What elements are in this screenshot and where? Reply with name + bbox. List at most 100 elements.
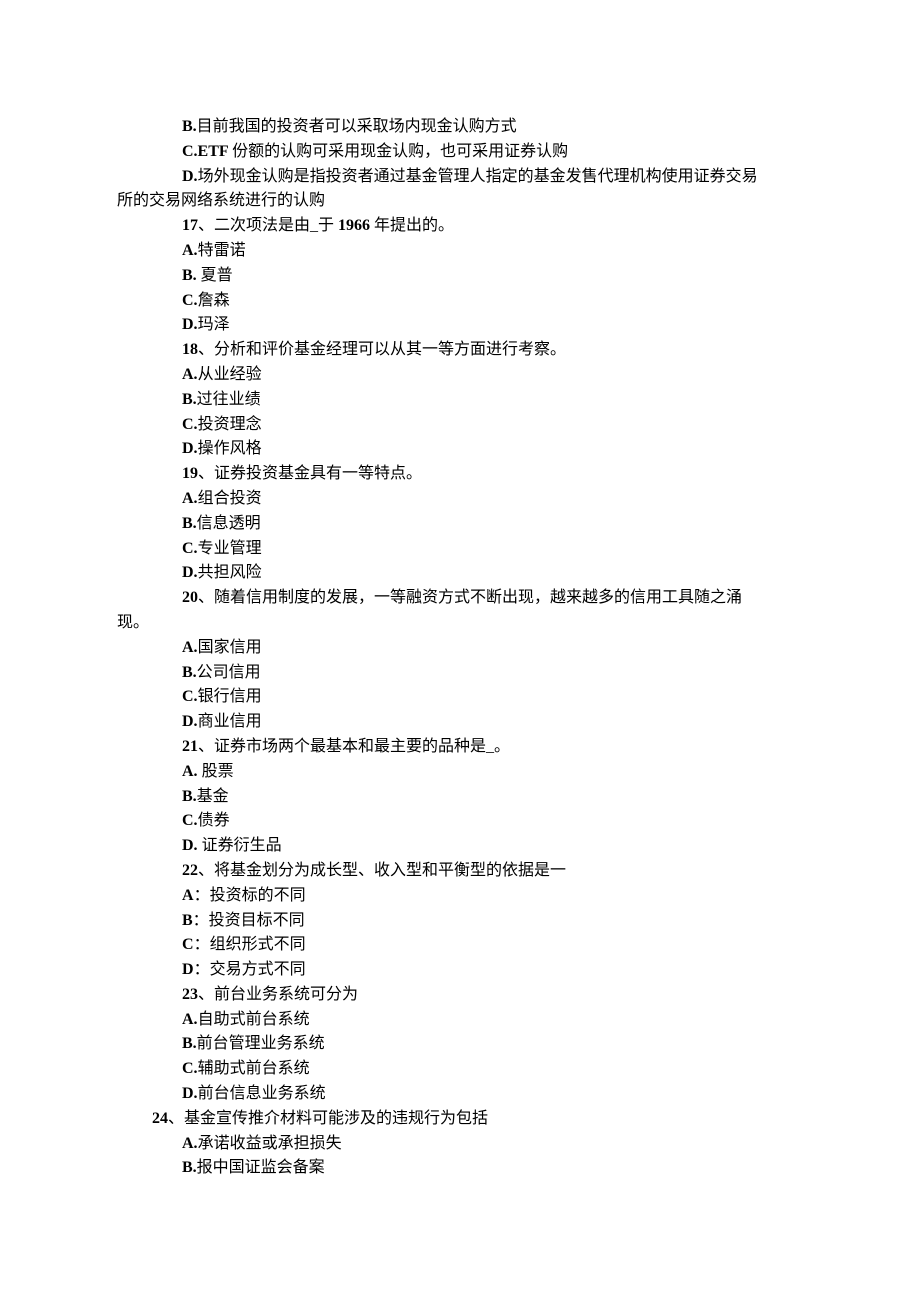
text-line: 17、二次项法是由_于 1966 年提出的。 xyxy=(0,214,920,239)
text-line: B.公司信用 xyxy=(0,661,920,686)
line-text: 国家信用 xyxy=(198,639,262,656)
text-line: A：投资标的不同 xyxy=(0,884,920,909)
line-prefix-bold: D. xyxy=(182,713,198,730)
line-prefix-bold: C. xyxy=(182,1060,198,1077)
line-prefix-bold: B. xyxy=(182,1159,197,1176)
text-line: 所的交易网络系统进行的认购 xyxy=(0,189,920,214)
line-prefix-bold: 21 xyxy=(182,738,198,755)
line-text: 目前我国的投资者可以采取场内现金认购方式 xyxy=(197,118,517,135)
text-line: B：投资目标不同 xyxy=(0,909,920,934)
line-text: 债券 xyxy=(198,812,230,829)
line-prefix-bold: B xyxy=(182,912,193,929)
line-text: 辅助式前台系统 xyxy=(198,1060,310,1077)
text-line: B.目前我国的投资者可以采取场内现金认购方式 xyxy=(0,115,920,140)
text-line: A.从业经验 xyxy=(0,363,920,388)
line-prefix-bold: B. xyxy=(182,391,197,408)
line-prefix-bold: D. xyxy=(182,168,198,185)
line-prefix-bold: D. xyxy=(182,1085,198,1102)
line-text: ：交易方式不同 xyxy=(194,961,306,978)
text-line: 18、分析和评价基金经理可以从其一等方面进行考察。 xyxy=(0,338,920,363)
text-line: D：交易方式不同 xyxy=(0,958,920,983)
text-line: 21、证券市场两个最基本和最主要的品种是_。 xyxy=(0,735,920,760)
line-prefix-bold: D. xyxy=(182,316,198,333)
text-line: D.操作风格 xyxy=(0,437,920,462)
line-text: 组合投资 xyxy=(198,490,262,507)
text-line: C.辅助式前台系统 xyxy=(0,1057,920,1082)
line-suffix-bold: 1966 xyxy=(338,217,374,234)
text-line: 22、将基金划分为成长型、收入型和平衡型的依据是一 xyxy=(0,859,920,884)
line-prefix-bold: C. xyxy=(182,416,198,433)
line-text: 、证券市场两个最基本和最主要的品种是_。 xyxy=(198,738,510,755)
text-line: C.ETF 份额的认购可采用现金认购，也可采用证券认购 xyxy=(0,140,920,165)
text-line: D.商业信用 xyxy=(0,710,920,735)
line-text: 过往业绩 xyxy=(197,391,261,408)
line-prefix-bold: 23 xyxy=(182,986,198,1003)
line-text: 公司信用 xyxy=(197,664,261,681)
line-prefix-bold: D. xyxy=(182,564,198,581)
text-line: D.共担风险 xyxy=(0,561,920,586)
line-prefix-bold: 17 xyxy=(182,217,198,234)
line-prefix-bold: 20 xyxy=(182,589,198,606)
line-text: 詹森 xyxy=(198,292,230,309)
line-prefix-bold: D xyxy=(182,961,194,978)
text-line: 19、证券投资基金具有一等特点。 xyxy=(0,462,920,487)
line-prefix-bold: 24 xyxy=(152,1110,168,1127)
line-text: 场外现金认购是指投资者通过基金管理人指定的基金发售代理机构使用证券交易 xyxy=(198,168,758,185)
line-prefix-bold: A. xyxy=(182,1135,198,1152)
line-text: 、二次项法是由_于 xyxy=(198,217,338,234)
line-prefix-bold: C. xyxy=(182,688,198,705)
line-prefix-bold: A. xyxy=(182,242,198,259)
line-prefix-bold: C. xyxy=(182,540,198,557)
text-line: B.基金 xyxy=(0,785,920,810)
line-prefix-bold: B. xyxy=(182,664,197,681)
line-prefix-bold: C. xyxy=(182,812,198,829)
document-page: B.目前我国的投资者可以采取场内现金认购方式C.ETF 份额的认购可采用现金认购… xyxy=(0,0,920,1301)
line-text: 、基金宣传推介材料可能涉及的违规行为包括 xyxy=(168,1110,488,1127)
line-text: 现。 xyxy=(117,614,149,631)
text-line: C.詹森 xyxy=(0,289,920,314)
line-prefix-bold: B. xyxy=(182,118,197,135)
line-text: 证券衍生品 xyxy=(202,837,282,854)
line-text: 夏普 xyxy=(201,267,233,284)
line-text: 、分析和评价基金经理可以从其一等方面进行考察。 xyxy=(198,341,566,358)
line-prefix-bold: A. xyxy=(182,1011,198,1028)
text-line: D.前台信息业务系统 xyxy=(0,1082,920,1107)
line-text: 投资理念 xyxy=(198,416,262,433)
line-text: 共担风险 xyxy=(198,564,262,581)
text-line: D. 证券衍生品 xyxy=(0,834,920,859)
text-line: 24、基金宣传推介材料可能涉及的违规行为包括 xyxy=(0,1107,920,1132)
line-text: 信息透明 xyxy=(197,515,261,532)
line-prefix-bold: A xyxy=(182,887,194,904)
line-text: 操作风格 xyxy=(198,440,262,457)
text-line: A.国家信用 xyxy=(0,636,920,661)
line-text: 从业经验 xyxy=(198,366,262,383)
line-prefix-bold: A. xyxy=(182,490,198,507)
text-line: C.银行信用 xyxy=(0,685,920,710)
line-text: 承诺收益或承担损失 xyxy=(198,1135,342,1152)
line-text: 玛泽 xyxy=(198,316,230,333)
text-line: 现。 xyxy=(0,611,920,636)
line-text: 特雷诺 xyxy=(198,242,246,259)
line-text: 报中国证监会备案 xyxy=(197,1159,325,1176)
line-text: 、前台业务系统可分为 xyxy=(198,986,358,1003)
line-text: 前台信息业务系统 xyxy=(198,1085,326,1102)
text-line: D.场外现金认购是指投资者通过基金管理人指定的基金发售代理机构使用证券交易 xyxy=(0,165,920,190)
line-text: 商业信用 xyxy=(198,713,262,730)
line-tail: 年提出的。 xyxy=(374,217,454,234)
text-line: C.投资理念 xyxy=(0,413,920,438)
text-line: B.信息透明 xyxy=(0,512,920,537)
text-line: B.报中国证监会备案 xyxy=(0,1156,920,1181)
line-text: 、证券投资基金具有一等特点。 xyxy=(198,465,422,482)
line-prefix-bold: 22 xyxy=(182,862,198,879)
line-prefix-bold: 19 xyxy=(182,465,198,482)
text-line: B.前台管理业务系统 xyxy=(0,1032,920,1057)
line-prefix-bold: D. xyxy=(182,440,198,457)
text-line: C.债券 xyxy=(0,809,920,834)
line-text: 基金 xyxy=(197,788,229,805)
line-text: 份额的认购可采用现金认购，也可采用证券认购 xyxy=(232,143,568,160)
text-line: A. 股票 xyxy=(0,760,920,785)
line-text: ：组织形式不同 xyxy=(194,936,306,953)
text-line: A.自助式前台系统 xyxy=(0,1008,920,1033)
text-line: B. 夏普 xyxy=(0,264,920,289)
text-line: 23、前台业务系统可分为 xyxy=(0,983,920,1008)
